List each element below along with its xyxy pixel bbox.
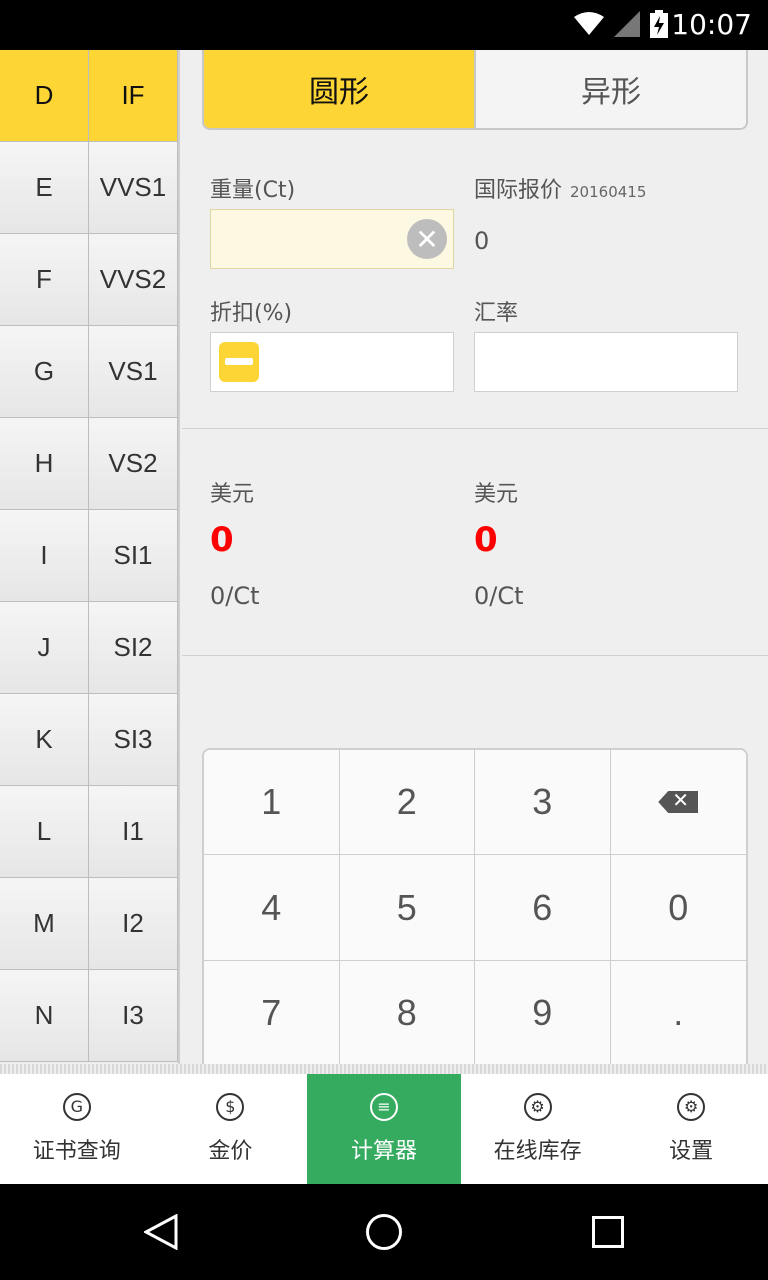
nav-label: 设置	[669, 1139, 714, 1164]
signal-icon	[614, 11, 640, 37]
key-7[interactable]: 7	[204, 961, 340, 1064]
color-grade[interactable]: N	[0, 970, 89, 1062]
price-value: 0	[474, 227, 490, 255]
grade-row[interactable]: D IF	[0, 50, 178, 142]
discount-label: 折扣(%)	[210, 301, 293, 326]
grade-row[interactable]: J SI2	[0, 602, 178, 694]
color-grade[interactable]: G	[0, 326, 89, 418]
color-grade[interactable]: I	[0, 510, 89, 602]
clear-icon[interactable]: ✕	[407, 219, 447, 259]
price-label: 国际报价 20160415	[474, 178, 647, 203]
grade-row[interactable]: E VVS1	[0, 142, 178, 234]
key-8[interactable]: 8	[339, 961, 475, 1064]
color-grade[interactable]: H	[0, 418, 89, 510]
battery-charging-icon	[650, 10, 668, 38]
clarity-grade[interactable]: VS1	[89, 326, 178, 418]
right-currency: 美元	[474, 482, 519, 507]
price-date: 20160415	[570, 183, 647, 201]
grade-row[interactable]: N I3	[0, 970, 178, 1062]
wifi-icon	[574, 12, 604, 35]
divider	[182, 655, 768, 656]
weight-label: 重量(Ct)	[210, 178, 296, 203]
grade-row[interactable]: M I2	[0, 878, 178, 970]
left-currency: 美元	[210, 482, 255, 507]
grade-row[interactable]: L I1	[0, 786, 178, 878]
shape-tabs: 圆形 异形	[202, 50, 748, 130]
color-grade[interactable]: L	[0, 786, 89, 878]
clarity-grade[interactable]: SI1	[89, 510, 178, 602]
calculator-icon: ≡	[369, 1093, 398, 1121]
status-bar: 10:07	[0, 0, 768, 50]
key-decimal[interactable]: .	[610, 961, 746, 1064]
backspace-key[interactable]: ✕	[610, 750, 746, 855]
grade-list[interactable]: D IF E VVS1 F VVS2 G VS1 H VS2 I SI1 J S…	[0, 50, 180, 1064]
divider	[182, 428, 768, 429]
back-icon[interactable]	[144, 1214, 178, 1250]
right-per-ct: 0/Ct	[474, 582, 524, 610]
key-6[interactable]: 6	[475, 855, 611, 961]
key-3[interactable]: 3	[475, 750, 611, 855]
nav-gold-price[interactable]: $ 金价	[154, 1074, 308, 1184]
rate-input[interactable]	[474, 332, 738, 392]
clarity-grade[interactable]: I2	[89, 878, 178, 970]
clarity-grade[interactable]: I1	[89, 786, 178, 878]
grade-row[interactable]: I SI1	[0, 510, 178, 602]
clock: 10:07	[671, 8, 752, 41]
weight-input[interactable]: ✕	[210, 209, 454, 269]
key-0[interactable]: 0	[610, 855, 746, 961]
color-grade[interactable]: D	[0, 50, 89, 142]
clarity-grade[interactable]: VVS2	[89, 234, 178, 326]
nav-certificate[interactable]: G 证书查询	[0, 1074, 154, 1184]
key-4[interactable]: 4	[204, 855, 340, 961]
clarity-grade[interactable]: SI2	[89, 602, 178, 694]
grade-row[interactable]: F VVS2	[0, 234, 178, 326]
clarity-grade[interactable]: VVS1	[89, 142, 178, 234]
system-nav-bar	[0, 1184, 768, 1280]
key-5[interactable]: 5	[339, 855, 475, 961]
nav-label: 计算器	[350, 1139, 417, 1164]
calculator-panel: 圆形 异形 重量(Ct) 国际报价 20160415 ✕ 0 折扣(%) 汇率 美…	[182, 50, 768, 1064]
recent-apps-icon[interactable]	[592, 1216, 624, 1248]
key-9[interactable]: 9	[475, 961, 611, 1064]
key-2[interactable]: 2	[339, 750, 475, 855]
left-per-ct: 0/Ct	[210, 582, 260, 610]
backspace-icon: ✕	[658, 791, 699, 813]
nav-label: 金价	[208, 1139, 253, 1164]
grade-row[interactable]: H VS2	[0, 418, 178, 510]
color-grade[interactable]: J	[0, 602, 89, 694]
left-total: 0	[210, 520, 234, 560]
color-grade[interactable]: M	[0, 878, 89, 970]
nav-label: 证书查询	[32, 1139, 121, 1164]
rate-label: 汇率	[474, 301, 519, 326]
nav-settings[interactable]: ⚙ 设置	[614, 1074, 768, 1184]
color-grade[interactable]: F	[0, 234, 89, 326]
nav-inventory[interactable]: ⚙ 在线库存	[461, 1074, 615, 1184]
separator-strip	[0, 1064, 768, 1074]
grade-row[interactable]: G VS1	[0, 326, 178, 418]
key-1[interactable]: 1	[204, 750, 340, 855]
discount-input[interactable]	[210, 332, 454, 392]
settings-icon: ⚙	[677, 1093, 706, 1121]
bottom-nav: G 证书查询 $ 金价 ≡ 计算器 ⚙ 在线库存 ⚙ 设置	[0, 1074, 768, 1184]
clarity-grade[interactable]: I3	[89, 970, 178, 1062]
tab-round[interactable]: 圆形	[204, 50, 476, 128]
minus-icon[interactable]	[219, 342, 259, 382]
grade-row[interactable]: K SI3	[0, 694, 178, 786]
dollar-icon: $	[216, 1093, 245, 1121]
certificate-icon: G	[62, 1093, 91, 1121]
nav-label: 在线库存	[493, 1139, 582, 1164]
status-icons	[574, 10, 668, 38]
color-grade[interactable]: E	[0, 142, 89, 234]
clarity-grade[interactable]: SI3	[89, 694, 178, 786]
gear-icon: ⚙	[523, 1093, 552, 1121]
color-grade[interactable]: K	[0, 694, 89, 786]
tab-fancy[interactable]: 异形	[476, 50, 746, 128]
nav-calculator[interactable]: ≡ 计算器	[307, 1074, 461, 1184]
app-content: D IF E VVS1 F VVS2 G VS1 H VS2 I SI1 J S…	[0, 50, 768, 1184]
keypad: 1 2 3 ✕ 4 5 6 0 7 8 9 .	[202, 748, 748, 1064]
right-total: 0	[474, 520, 498, 560]
clarity-grade[interactable]: IF	[89, 50, 178, 142]
clarity-grade[interactable]: VS2	[89, 418, 178, 510]
home-icon[interactable]	[366, 1214, 402, 1250]
